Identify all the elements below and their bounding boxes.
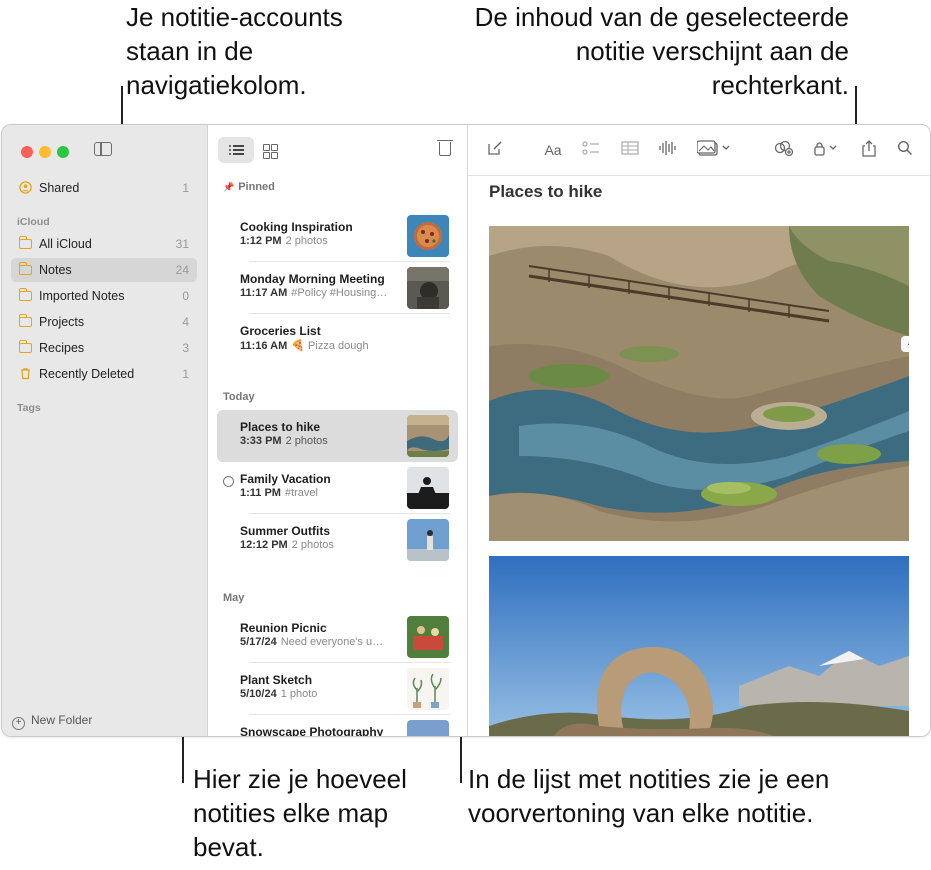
sidebar-item-notes[interactable]: Notes 24 — [11, 258, 197, 282]
sidebar-item-shared[interactable]: Shared 1 — [11, 176, 197, 200]
format-text-button[interactable]: Aa — [542, 140, 564, 160]
folder-icon — [19, 236, 32, 249]
note-thumbnail — [407, 467, 449, 509]
note-row-plant-sketch[interactable]: Plant Sketch 5/10/24 1 photo — [217, 663, 458, 715]
folder-icon — [19, 340, 32, 353]
note-title: Places to hike — [489, 182, 603, 201]
folder-icon — [19, 314, 32, 327]
note-thumbnail — [407, 720, 449, 736]
close-window-button[interactable] — [21, 146, 33, 158]
pin-icon: 📌 — [223, 182, 235, 192]
delete-note-icon[interactable] — [437, 140, 453, 156]
sidebar-item-recipes[interactable]: Recipes 3 — [11, 336, 197, 360]
collaborate-icon[interactable] — [773, 140, 795, 160]
sidebar-toggle-icon[interactable] — [94, 142, 112, 156]
note-thumbnail — [407, 519, 449, 561]
note-thumbnail — [407, 215, 449, 257]
callout-accounts: Je notitie-accounts staan in de navigati… — [126, 2, 343, 100]
share-icon[interactable] — [860, 140, 878, 160]
table-icon[interactable] — [620, 140, 640, 160]
audio-waveform-icon[interactable] — [657, 140, 677, 160]
gallery-view-icon[interactable] — [263, 144, 278, 159]
list-view-button[interactable] — [218, 137, 254, 163]
note-row-summer-outfits[interactable]: Summer Outfits 12:12 PM 2 photos — [217, 514, 458, 566]
note-thumbnail — [407, 415, 449, 457]
editor-toolbar: Aa — [468, 125, 930, 176]
sidebar-item-recently-deleted[interactable]: Recently Deleted 1 — [11, 362, 197, 386]
note-row-snowscape-photography[interactable]: Snowscape Photography — [217, 715, 458, 736]
section-label-icloud: iCloud — [17, 216, 50, 228]
shared-person-icon — [223, 476, 234, 487]
sidebar-item-all-icloud[interactable]: All iCloud 31 — [11, 232, 197, 256]
note-row-cooking-inspiration[interactable]: Cooking Inspiration 1:12 PM 2 photos — [217, 210, 458, 262]
note-photo-hot-springs[interactable]: ⌄ — [489, 226, 909, 541]
folder-icon — [19, 262, 32, 275]
callout-counts: Hier zie je hoeveel notities elke map be… — [193, 764, 407, 862]
note-row-monday-morning-meeting[interactable]: Monday Morning Meeting 11:17 AM #Policy #… — [217, 262, 458, 314]
zoom-window-button[interactable] — [57, 146, 69, 158]
media-menu-icon[interactable] — [696, 140, 734, 160]
shared-person-icon — [19, 181, 32, 194]
sidebar: Shared 1 iCloud All iCloud 31 Notes 24 I… — [2, 125, 208, 736]
callout-content: De inhoud van de geselecteerde notitie v… — [474, 2, 849, 100]
note-list: 📌 Pinned Cooking Inspiration 1:12 PM 2 pho… — [208, 125, 468, 736]
section-pinned: 📌 Pinned — [223, 181, 275, 193]
note-row-groceries-list[interactable]: Groceries List 11:16 AM 🍕 Pizza dough — [217, 314, 458, 366]
chevron-down-icon[interactable]: ⌄ — [901, 336, 909, 352]
section-label-tags: Tags — [17, 402, 41, 414]
note-thumbnail — [407, 267, 449, 309]
lock-menu-icon[interactable] — [812, 140, 842, 160]
note-row-reunion-picnic[interactable]: Reunion Picnic 5/17/24 Need everyone's u… — [217, 611, 458, 663]
note-row-places-to-hike[interactable]: Places to hike 3:33 PM 2 photos — [217, 410, 458, 462]
new-folder-button[interactable]: + New Folder — [12, 713, 92, 730]
note-editor: Aa Places to hike — [468, 125, 930, 736]
checklist-icon[interactable] — [581, 140, 601, 160]
section-today: Today — [223, 391, 255, 403]
sidebar-item-imported-notes[interactable]: Imported Notes 0 — [11, 284, 197, 308]
plus-circle-icon: + — [12, 717, 25, 730]
note-photo-arch[interactable] — [489, 556, 909, 736]
note-row-family-vacation[interactable]: Family Vacation 1:11 PM #travel — [217, 462, 458, 514]
note-thumbnail — [407, 668, 449, 710]
section-may: May — [223, 592, 245, 604]
callout-list: In de lijst met notities zie je een voor… — [468, 764, 830, 828]
trash-icon — [19, 367, 32, 380]
note-thumbnail — [407, 616, 449, 658]
list-icon — [229, 145, 244, 155]
sidebar-item-projects[interactable]: Projects 4 — [11, 310, 197, 334]
notes-window: Shared 1 iCloud All iCloud 31 Notes 24 I… — [1, 124, 931, 737]
minimize-window-button[interactable] — [39, 146, 51, 158]
folder-icon — [19, 288, 32, 301]
search-icon[interactable] — [896, 140, 914, 160]
compose-icon[interactable] — [486, 140, 504, 160]
